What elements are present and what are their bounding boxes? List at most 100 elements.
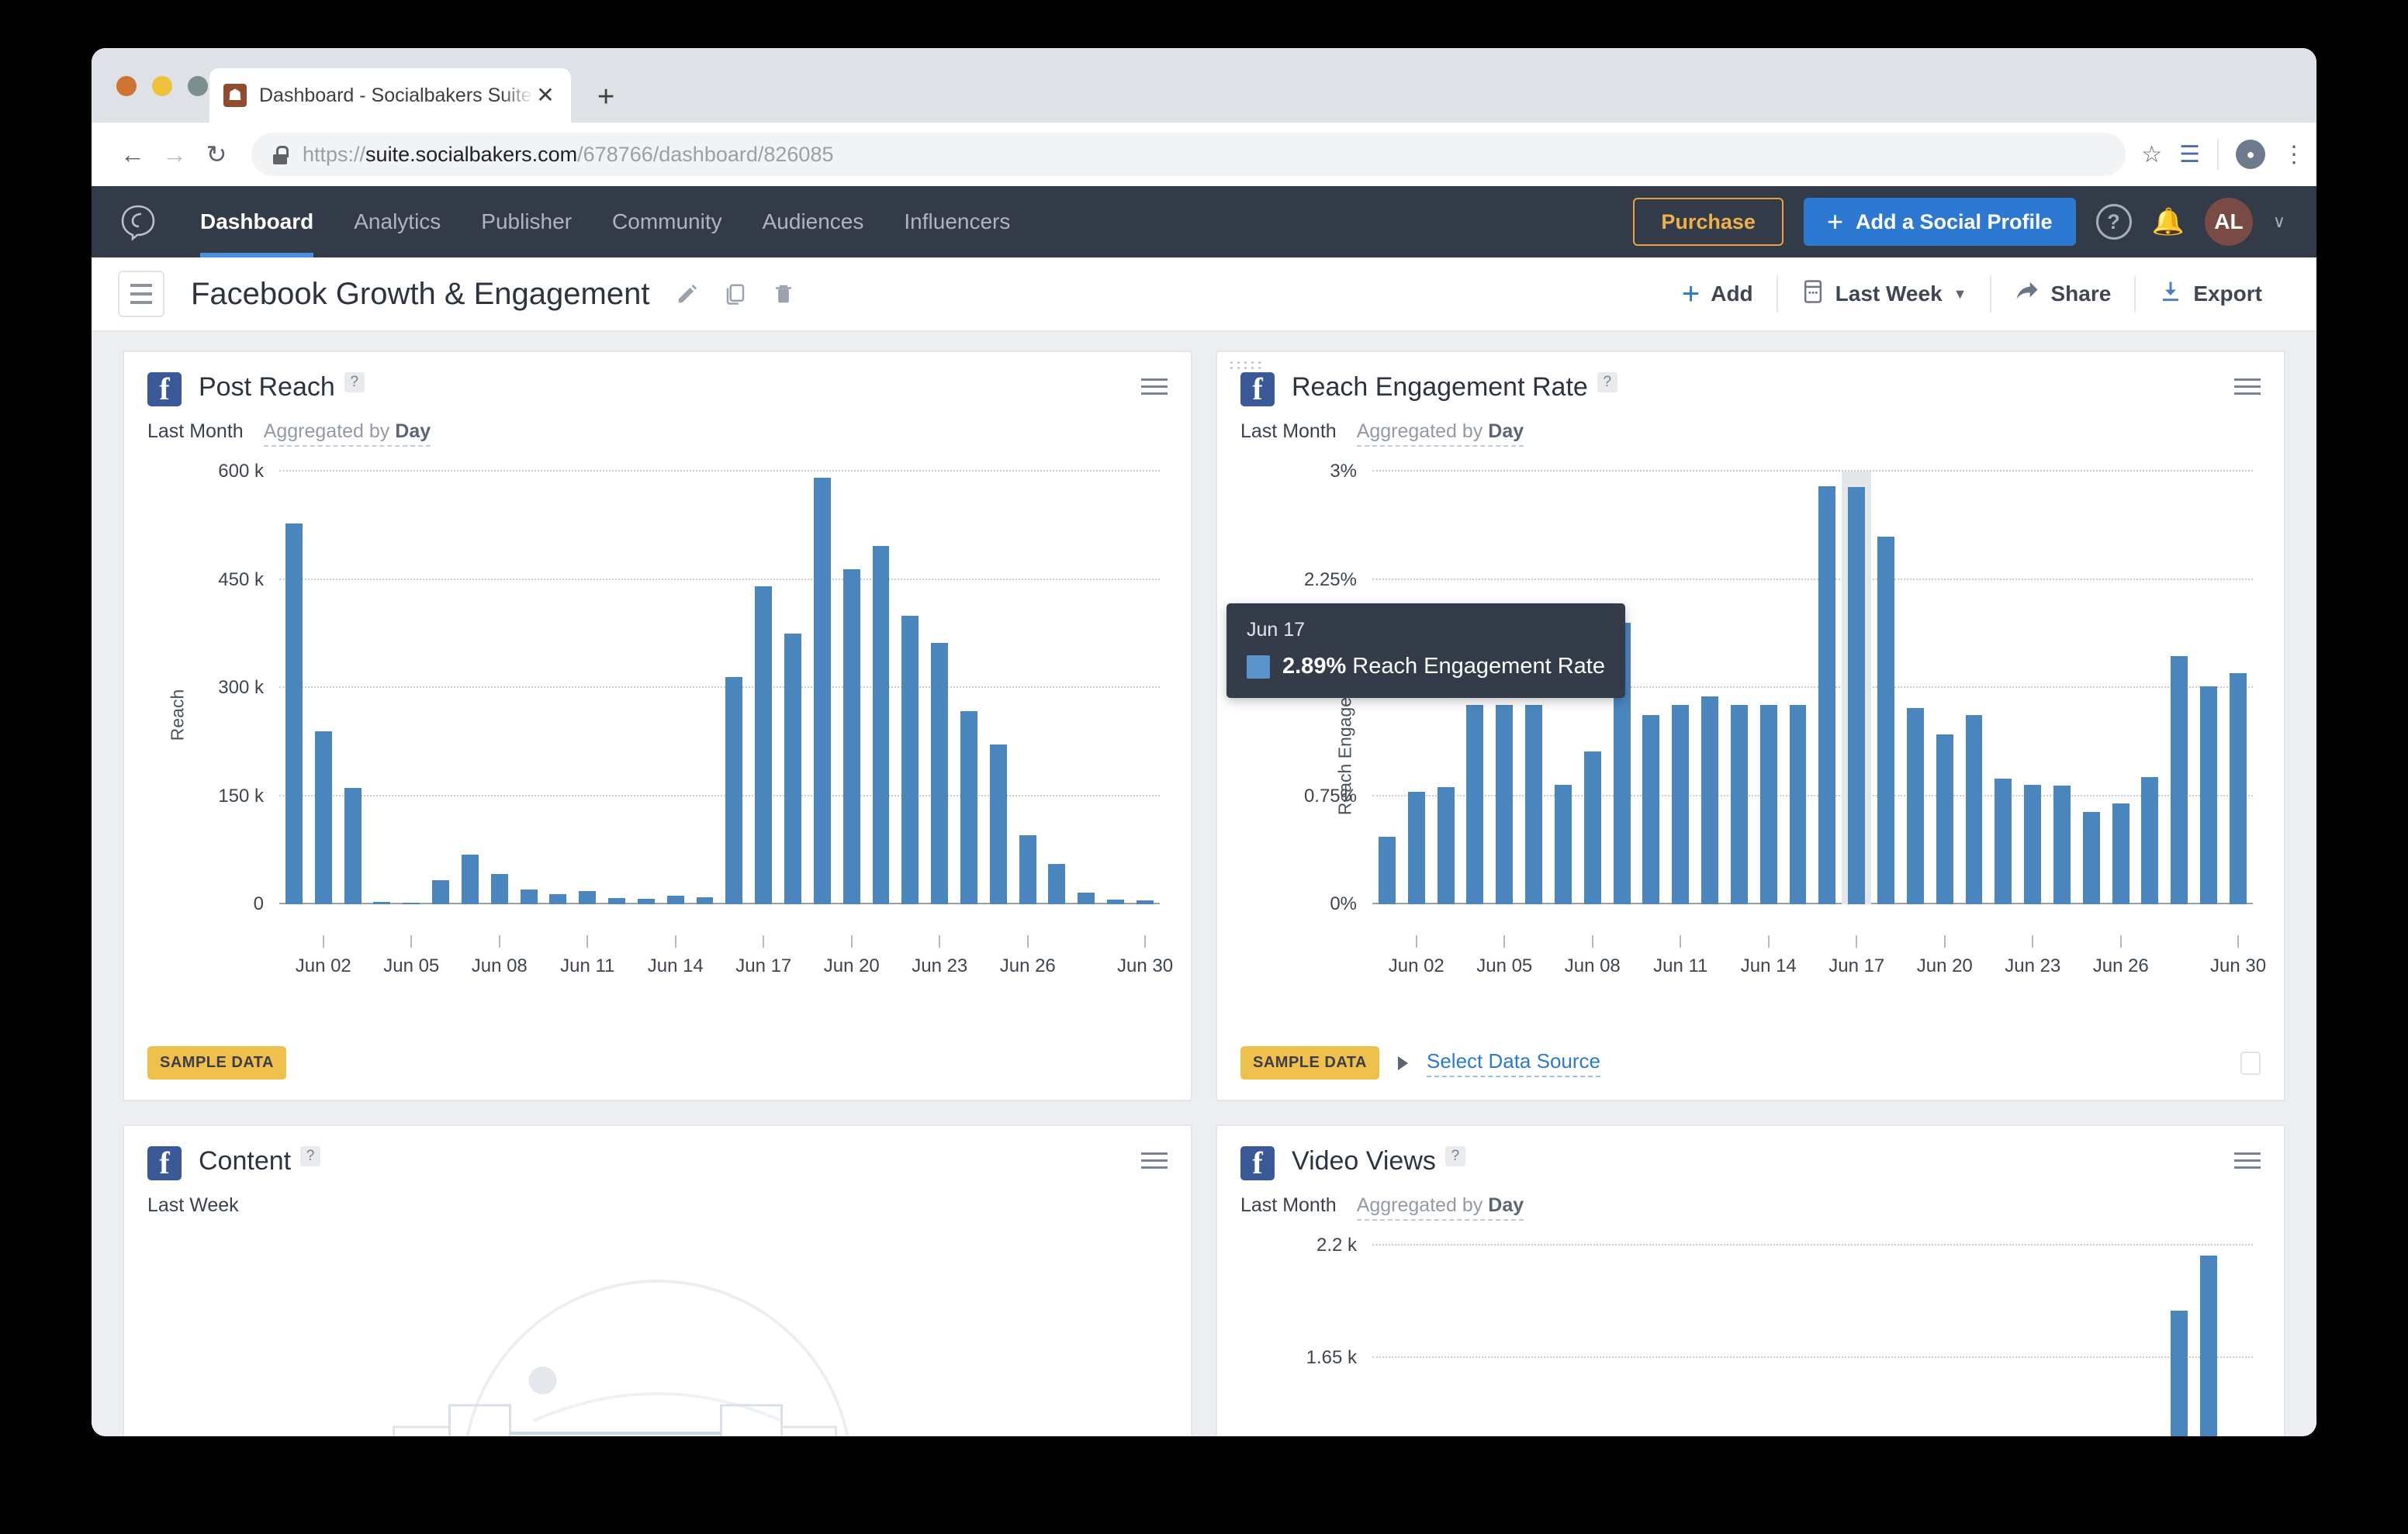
bar[interactable] — [1701, 696, 1718, 904]
bar[interactable] — [2200, 1256, 2218, 1436]
help-icon[interactable]: ? — [1444, 1146, 1465, 1166]
bar-slot[interactable] — [867, 472, 896, 904]
bar-slot[interactable] — [543, 472, 573, 904]
bar[interactable] — [314, 731, 332, 904]
bar[interactable] — [2141, 777, 2159, 904]
bar-slot[interactable] — [778, 472, 808, 904]
bar-slot[interactable] — [485, 472, 514, 904]
bar[interactable] — [1789, 705, 1807, 904]
bar-slot[interactable] — [1930, 1246, 1960, 1436]
bar[interactable] — [2200, 686, 2218, 904]
help-icon[interactable]: ? — [2095, 204, 2132, 240]
close-window-button[interactable] — [116, 76, 137, 96]
bar[interactable] — [931, 643, 949, 904]
bar-slot[interactable] — [338, 472, 368, 904]
bar-slot[interactable] — [279, 472, 309, 904]
bar-slot[interactable] — [2018, 472, 2047, 904]
bar-slot[interactable] — [2194, 1246, 2223, 1436]
bar[interactable] — [1554, 784, 1572, 904]
bar-slot[interactable] — [1101, 472, 1130, 904]
nav-item-community[interactable]: Community — [592, 186, 742, 257]
widget-aggregation[interactable]: Aggregated by Day — [1356, 1194, 1524, 1221]
bar-slot[interactable] — [1901, 1246, 1930, 1436]
address-bar[interactable]: https://suite.socialbakers.com/678766/da… — [251, 133, 2126, 176]
chevron-down-icon[interactable]: ∨ — [2273, 212, 2285, 232]
bar-slot[interactable] — [1725, 1246, 1754, 1436]
bar-slot[interactable] — [1695, 472, 1725, 904]
widget-menu-icon[interactable] — [2234, 372, 2261, 395]
widget-menu-icon[interactable] — [2234, 1146, 2261, 1169]
bar-slot[interactable] — [2018, 1246, 2047, 1436]
bar-slot[interactable] — [690, 472, 720, 904]
bar-slot[interactable] — [1548, 1246, 1578, 1436]
bar-slot[interactable] — [1988, 1246, 2018, 1436]
bar-slot[interactable] — [2106, 1246, 2136, 1436]
bar[interactable] — [549, 893, 567, 904]
sample-data-badge[interactable]: SAMPLE DATA — [147, 1046, 286, 1080]
bar[interactable] — [1583, 751, 1601, 904]
bar-slot[interactable] — [1754, 472, 1784, 904]
notifications-bell-icon[interactable]: 🔔 — [2152, 206, 2185, 237]
bar[interactable] — [696, 897, 714, 904]
bar-slot[interactable] — [1489, 1246, 1519, 1436]
bar-slot[interactable] — [1071, 472, 1101, 904]
bar[interactable] — [2229, 673, 2247, 904]
expand-triangle-icon[interactable] — [1397, 1055, 1408, 1070]
bar-slot[interactable] — [1871, 472, 1901, 904]
bar-slot[interactable] — [1901, 472, 1930, 904]
bar[interactable] — [2053, 786, 2071, 904]
bar[interactable] — [1107, 899, 1125, 904]
bar[interactable] — [1730, 705, 1748, 904]
bar[interactable] — [1877, 536, 1894, 904]
bar-slot[interactable] — [2223, 472, 2253, 904]
bar[interactable] — [637, 898, 655, 904]
bar[interactable] — [1496, 705, 1514, 904]
bar[interactable] — [842, 569, 860, 904]
bar-slot[interactable] — [1519, 1246, 1548, 1436]
bar[interactable] — [579, 891, 597, 904]
bar-slot[interactable] — [1812, 472, 1842, 904]
nav-item-audiences[interactable]: Audiences — [742, 186, 884, 257]
nav-item-dashboard[interactable]: Dashboard — [180, 186, 334, 257]
bar-slot[interactable] — [1871, 1246, 1901, 1436]
help-icon[interactable]: ? — [1597, 372, 1617, 392]
minimize-window-button[interactable] — [152, 76, 172, 96]
bar-slot[interactable] — [984, 472, 1013, 904]
bar[interactable] — [373, 902, 391, 904]
bar[interactable] — [2024, 784, 2042, 904]
nav-item-analytics[interactable]: Analytics — [334, 186, 461, 257]
bar[interactable] — [1407, 791, 1425, 904]
bar[interactable] — [901, 616, 919, 904]
bar[interactable] — [1437, 787, 1455, 904]
bar-slot[interactable] — [1013, 472, 1043, 904]
bar-slot[interactable] — [426, 472, 455, 904]
widget-menu-icon[interactable] — [1141, 1146, 1168, 1169]
bar[interactable] — [813, 478, 831, 904]
drag-handle[interactable] — [1228, 360, 1264, 371]
bar-slot[interactable] — [1666, 472, 1695, 904]
reload-button[interactable]: ↻ — [195, 133, 237, 175]
nav-item-publisher[interactable]: Publisher — [461, 186, 592, 257]
bar[interactable] — [1466, 705, 1484, 904]
export-button[interactable]: Export — [2136, 280, 2285, 309]
bar[interactable] — [989, 744, 1007, 904]
bar-slot[interactable] — [2136, 472, 2165, 904]
bar-slot[interactable] — [1960, 1246, 1989, 1436]
bar[interactable] — [2082, 811, 2100, 904]
browser-tab[interactable]: ☗ Dashboard - Socialbakers Suite ✕ — [209, 68, 571, 123]
add-widget-button[interactable]: + Add — [1659, 278, 1777, 309]
bar-slot[interactable] — [1372, 1246, 1402, 1436]
bar-slot[interactable] — [1960, 472, 1989, 904]
bar[interactable] — [755, 586, 773, 904]
bar-slot[interactable] — [2047, 1246, 2077, 1436]
bar[interactable] — [1048, 863, 1066, 904]
bar-slot[interactable] — [602, 472, 631, 904]
socialbakers-logo-icon[interactable] — [118, 202, 158, 242]
bar[interactable] — [1078, 893, 1095, 904]
dashboard-list-menu-button[interactable] — [118, 271, 164, 317]
bar-slot[interactable] — [1636, 1246, 1666, 1436]
bar-slot[interactable] — [1784, 1246, 1813, 1436]
bar-slot[interactable] — [1754, 1246, 1784, 1436]
trash-icon[interactable] — [772, 282, 795, 306]
user-avatar[interactable]: AL — [2204, 198, 2253, 246]
